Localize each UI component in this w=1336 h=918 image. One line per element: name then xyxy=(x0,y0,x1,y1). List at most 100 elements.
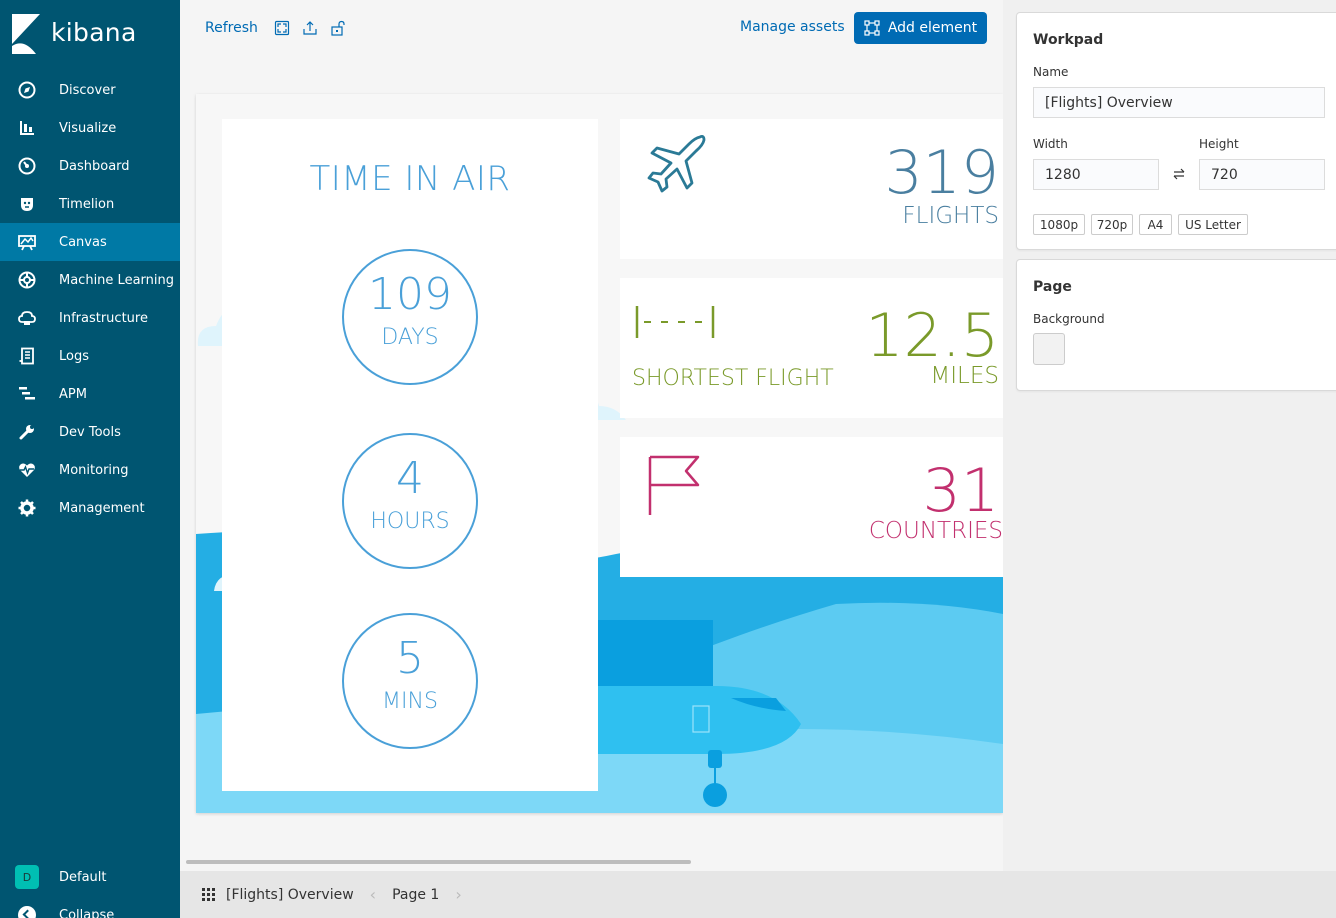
flights-value: 319 xyxy=(884,138,999,208)
nav-item-management[interactable]: Management xyxy=(0,489,180,527)
collapse-label: Collapse xyxy=(59,907,115,918)
workpad-canvas[interactable]: TIME IN AIR 109 DAYS 4 HOURS 5 MINS 319 … xyxy=(196,94,1003,813)
preset-a4-button[interactable]: A4 xyxy=(1139,214,1172,235)
kibana-sidebar: kibana Discover Visualize Dashboard Time… xyxy=(0,0,180,918)
apm-icon xyxy=(17,384,37,404)
nav-item-logs[interactable]: Logs xyxy=(0,337,180,375)
nav-label-logs: Logs xyxy=(59,348,89,364)
kibana-logo[interactable]: kibana xyxy=(10,12,137,56)
add-element-button[interactable]: Add element xyxy=(854,12,987,44)
nav-item-discover[interactable]: Discover xyxy=(0,71,180,109)
nav-label-apm: APM xyxy=(59,386,87,402)
nav-item-dev-tools[interactable]: Dev Tools xyxy=(0,413,180,451)
days-circle: 109 DAYS xyxy=(342,249,478,385)
nav-item-monitoring[interactable]: Monitoring xyxy=(0,451,180,489)
space-selector[interactable]: D Default xyxy=(0,864,180,890)
lock-open-icon[interactable] xyxy=(330,20,346,36)
prev-page-icon[interactable]: ‹ xyxy=(370,885,376,904)
nav-list: Discover Visualize Dashboard Timelion Ca… xyxy=(0,71,180,527)
width-input[interactable]: 1280 xyxy=(1033,159,1159,190)
nav-item-dashboard[interactable]: Dashboard xyxy=(0,147,180,185)
next-page-icon[interactable]: › xyxy=(455,885,461,904)
compass-icon xyxy=(17,80,37,100)
space-label: Default xyxy=(59,869,107,885)
height-label: Height xyxy=(1199,137,1239,151)
nav-label-infrastructure: Infrastructure xyxy=(59,310,148,326)
workpad-settings-card: Workpad Name [Flights] Overview Width 12… xyxy=(1016,12,1336,250)
page-settings-card: Page Background xyxy=(1016,259,1336,391)
days-value: 109 xyxy=(368,269,452,320)
manage-assets-button[interactable]: Manage assets xyxy=(740,19,845,35)
name-label: Name xyxy=(1033,65,1069,79)
shortest-flight-value: 12.5 xyxy=(865,301,999,371)
nav-label-dev-tools: Dev Tools xyxy=(59,424,121,440)
nav-item-machine-learning[interactable]: Machine Learning xyxy=(0,261,180,299)
refresh-button[interactable]: Refresh xyxy=(205,20,258,36)
properties-sidebar: Workpad Name [Flights] Overview Width 12… xyxy=(1003,0,1336,871)
wrench-icon xyxy=(17,422,37,442)
hours-unit: HOURS xyxy=(370,509,450,534)
mins-unit: MINS xyxy=(382,689,438,714)
distance-icon xyxy=(635,306,715,338)
background-color-swatch[interactable] xyxy=(1033,333,1065,365)
timelion-icon xyxy=(17,194,37,214)
nav-label-dashboard: Dashboard xyxy=(59,158,130,174)
add-element-icon xyxy=(864,20,880,36)
fullscreen-icon[interactable] xyxy=(274,20,290,36)
countries-panel[interactable]: 31 COUNTRIES xyxy=(620,437,1003,577)
airplane-icon xyxy=(647,135,706,193)
shortest-flight-panel[interactable]: 12.5 MILES SHORTEST FLIGHT xyxy=(620,278,1003,418)
nav-item-visualize[interactable]: Visualize xyxy=(0,109,180,147)
preset-us-letter-button[interactable]: US Letter xyxy=(1178,214,1248,235)
time-in-air-panel[interactable]: TIME IN AIR 109 DAYS 4 HOURS 5 MINS xyxy=(222,119,598,791)
gear-icon xyxy=(17,498,37,518)
flights-label: FLIGHTS xyxy=(902,203,999,229)
shortest-flight-label: SHORTEST FLIGHT xyxy=(632,366,834,391)
nav-label-canvas: Canvas xyxy=(59,234,107,250)
space-avatar: D xyxy=(15,865,39,889)
time-in-air-title: TIME IN AIR xyxy=(309,159,511,199)
height-input[interactable]: 720 xyxy=(1199,159,1325,190)
page-footer: [Flights] Overview ‹ Page 1 › xyxy=(180,871,1336,918)
collapse-icon xyxy=(18,906,36,918)
swap-dimensions-icon[interactable] xyxy=(1172,167,1186,181)
share-icon[interactable] xyxy=(302,20,318,36)
page-card-title: Page xyxy=(1033,279,1072,295)
days-unit: DAYS xyxy=(381,325,439,350)
nav-item-apm[interactable]: APM xyxy=(0,375,180,413)
add-element-label: Add element xyxy=(887,20,978,36)
grid-icon[interactable] xyxy=(202,887,216,902)
flag-icon xyxy=(648,455,700,515)
nav-label-timelion: Timelion xyxy=(59,196,115,212)
nav-label-visualize: Visualize xyxy=(59,120,117,136)
bar-chart-icon xyxy=(17,118,37,138)
nav-label-management: Management xyxy=(59,500,145,516)
machine-learning-icon xyxy=(17,270,37,290)
nav-label-discover: Discover xyxy=(59,82,116,98)
kibana-logo-icon xyxy=(12,14,40,54)
width-label: Width xyxy=(1033,137,1068,151)
workpad-name-input[interactable]: [Flights] Overview xyxy=(1033,87,1325,118)
nav-item-infrastructure[interactable]: Infrastructure xyxy=(0,299,180,337)
heartbeat-icon xyxy=(17,460,37,480)
collapse-nav-button[interactable]: Collapse xyxy=(0,902,180,918)
mins-value: 5 xyxy=(396,633,424,684)
infrastructure-icon xyxy=(17,308,37,328)
footer-workpad-name: [Flights] Overview xyxy=(226,886,354,903)
hours-circle: 4 HOURS xyxy=(342,433,478,569)
nav-item-canvas[interactable]: Canvas xyxy=(0,223,180,261)
countries-value: 31 xyxy=(922,456,999,526)
nav-label-machine-learning: Machine Learning xyxy=(59,272,174,288)
horizontal-scrollbar[interactable] xyxy=(186,860,691,864)
mins-circle: 5 MINS xyxy=(342,613,478,749)
background-label: Background xyxy=(1033,312,1105,326)
countries-label: COUNTRIES xyxy=(868,518,1003,544)
nav-item-timelion[interactable]: Timelion xyxy=(0,185,180,223)
shortest-flight-unit: MILES xyxy=(930,363,999,389)
preset-1080p-button[interactable]: 1080p xyxy=(1033,214,1085,235)
preset-720p-button[interactable]: 720p xyxy=(1091,214,1133,235)
workpad-card-title: Workpad xyxy=(1033,32,1104,48)
flights-panel[interactable]: 319 FLIGHTS xyxy=(620,119,1003,259)
hours-value: 4 xyxy=(396,453,424,504)
page-indicator: Page 1 xyxy=(392,886,440,903)
